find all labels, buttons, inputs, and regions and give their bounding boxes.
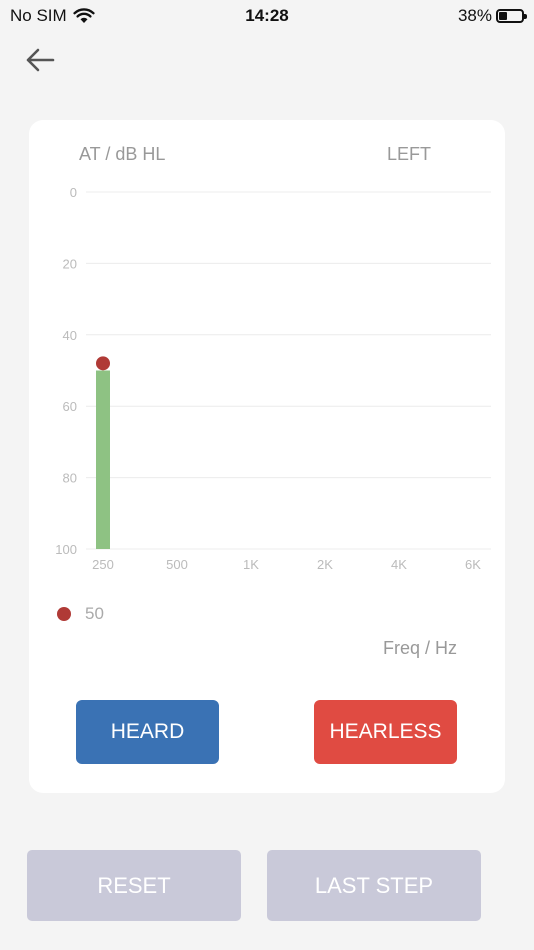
reset-button[interactable]: RESET (27, 850, 241, 921)
x-tick-label: 2K (317, 557, 333, 572)
status-right: 38% (457, 6, 527, 26)
audiogram-card: AT / dB HL LEFT 0 20 40 60 80 100 250 500 1K 2K 4K… (29, 120, 505, 793)
last-step-button[interactable]: LAST STEP (267, 850, 481, 921)
threshold-marker (96, 356, 110, 371)
audiogram-chart: 0 20 40 60 80 100 250 500 1K 2K 4K 6K (55, 185, 491, 572)
x-axis-unit: Freq / Hz (382, 638, 457, 658)
battery-tip (524, 14, 527, 19)
x-tick-label: 500 (166, 557, 188, 572)
heard-button[interactable]: HEARD (76, 700, 219, 764)
clock: 14:28 (245, 6, 289, 25)
status-bar: No SIM 14:28 38% (0, 0, 534, 32)
battery-fill (499, 12, 508, 20)
legend-marker (57, 607, 71, 621)
x-tick-label: 250 (92, 557, 114, 572)
y-tick-label: 80 (63, 471, 77, 486)
battery-percent: 38% (457, 6, 492, 25)
hearless-button[interactable]: HEARLESS (314, 700, 457, 764)
x-tick-label: 4K (391, 557, 407, 572)
y-tick-label: 0 (70, 185, 77, 200)
y-tick-label: 60 (63, 399, 77, 414)
back-button[interactable] (22, 44, 58, 76)
battery-icon (496, 9, 527, 23)
x-tick-label: 6K (465, 557, 481, 572)
y-tick-label: 100 (55, 542, 77, 557)
legend: 50 (57, 604, 104, 624)
x-tick-label: 1K (243, 557, 259, 572)
y-tick-label: 40 (63, 328, 77, 343)
arrow-left-icon (26, 48, 55, 72)
y-tick-label: 20 (63, 256, 77, 271)
legend-value: 50 (85, 604, 104, 623)
bar-250 (96, 370, 110, 549)
